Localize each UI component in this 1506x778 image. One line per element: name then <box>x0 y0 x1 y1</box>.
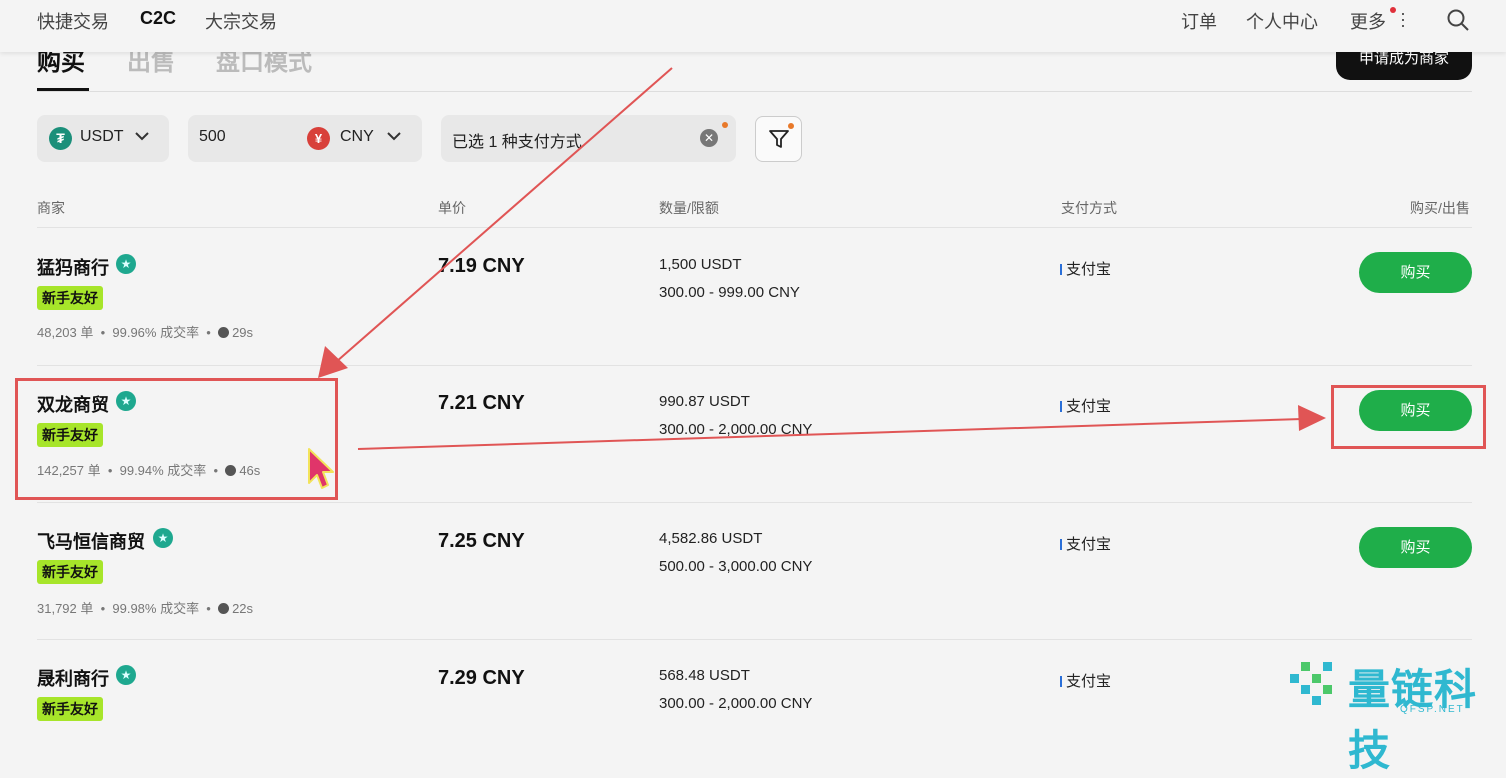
arrow-head <box>318 346 348 378</box>
cursor-icon <box>308 448 334 489</box>
arrow-to-merchant <box>335 67 673 363</box>
arrow-head <box>1298 405 1326 431</box>
watermark-logo-icon <box>1290 662 1332 705</box>
watermark-text: 量链科技 <box>1348 666 1478 774</box>
arrow-to-buy <box>357 418 1303 450</box>
watermark-subtext: QFSP.NET <box>1400 704 1465 715</box>
annotation-overlay <box>308 67 1326 489</box>
